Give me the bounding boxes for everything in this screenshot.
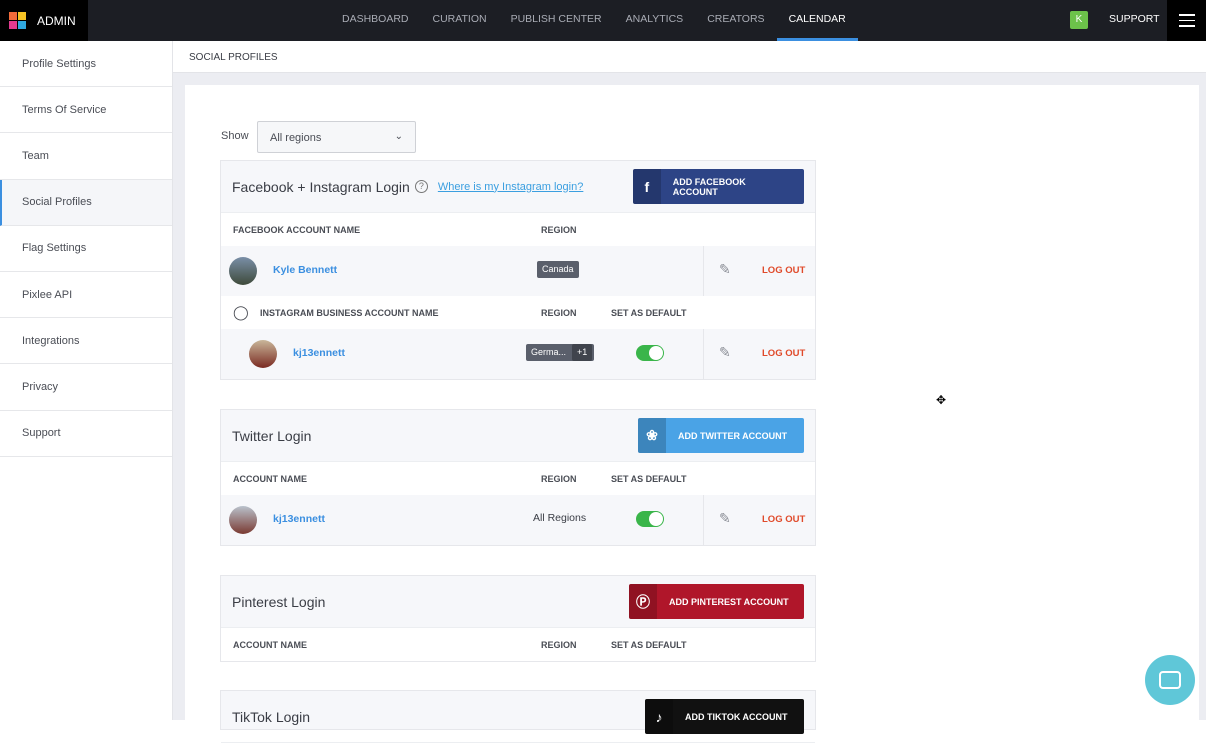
- nav-creators[interactable]: CREATORS: [695, 0, 776, 41]
- chat-icon: [1159, 671, 1181, 689]
- pinterest-table-header: ACCOUNT NAME REGION SET AS DEFAULT: [221, 628, 815, 661]
- add-pinterest-label: ADD PINTEREST ACCOUNT: [669, 596, 789, 607]
- instagram-icon: ◯: [233, 304, 249, 320]
- chat-launcher-button[interactable]: [1145, 655, 1195, 705]
- sidebar-item-support[interactable]: Support: [0, 411, 172, 457]
- tiktok-card-title: TikTok Login: [232, 708, 311, 725]
- instagram-help-link[interactable]: Where is my Instagram login?: [438, 181, 584, 193]
- add-twitter-account-button[interactable]: ❀ ADD TWITTER ACCOUNT: [638, 418, 804, 453]
- nav-publish-center[interactable]: PUBLISH CENTER: [499, 0, 614, 41]
- nav-curation[interactable]: CURATION: [421, 0, 499, 41]
- add-pinterest-account-button[interactable]: Ⓟ ADD PINTEREST ACCOUNT: [629, 584, 804, 619]
- table-row: kj13ennett All Regions ✎ LOG OUT: [221, 495, 815, 545]
- sidebar-item-terms-of-service[interactable]: Terms Of Service: [0, 87, 172, 134]
- admin-brand[interactable]: ADMIN: [0, 0, 88, 41]
- col-header: REGION: [541, 225, 577, 235]
- add-twitter-label: ADD TWITTER ACCOUNT: [678, 430, 788, 441]
- twitter-card: Twitter Login ❀ ADD TWITTER ACCOUNT ACCOU…: [220, 409, 816, 546]
- col-header: FACEBOOK ACCOUNT NAME: [233, 225, 361, 235]
- top-navigation-bar: ADMIN DASHBOARD CURATION PUBLISH CENTER …: [0, 0, 1206, 41]
- edit-icon[interactable]: ✎: [719, 261, 735, 277]
- table-row: Kyle Bennett Canada ✎ LOG OUT: [221, 246, 815, 296]
- avatar: [229, 506, 257, 534]
- region-badge: Canada: [537, 261, 579, 278]
- col-header: ACCOUNT NAME: [233, 474, 307, 484]
- pixlee-logo-icon: [9, 12, 26, 29]
- account-name-link[interactable]: kj13ennett: [293, 347, 345, 359]
- region-more-badge: +1: [572, 344, 593, 361]
- tiktok-card: TikTok Login ♪ ADD TIKTOK ACCOUNT: [220, 690, 816, 743]
- facebook-card-title: Facebook + Instagram Login: [232, 178, 410, 195]
- region-filter-value: All regions: [270, 132, 322, 144]
- table-row: kj13ennett Germa... +1 ✎ LOG OUT: [221, 329, 815, 379]
- chevron-down-icon: ⌄: [394, 131, 403, 142]
- region-text: All Regions: [533, 512, 587, 524]
- facebook-icon: f: [633, 169, 661, 204]
- edit-icon[interactable]: ✎: [719, 510, 735, 526]
- nav-dashboard[interactable]: DASHBOARD: [330, 0, 421, 41]
- col-header: REGION: [541, 308, 577, 318]
- set-default-toggle[interactable]: [636, 511, 664, 527]
- twitter-bird-icon: ❀: [638, 418, 666, 453]
- logout-button[interactable]: LOG OUT: [762, 348, 805, 359]
- col-header: REGION: [541, 474, 577, 484]
- region-filter-label: Show: [221, 130, 249, 142]
- twitter-card-title: Twitter Login: [232, 427, 312, 444]
- logout-button[interactable]: LOG OUT: [762, 514, 805, 525]
- sidebar-item-flag-settings[interactable]: Flag Settings: [0, 226, 172, 272]
- sidebar-item-social-profiles[interactable]: Social Profiles: [0, 179, 172, 226]
- add-facebook-account-button[interactable]: f ADD FACEBOOK ACCOUNT: [633, 169, 804, 204]
- pinterest-card-title: Pinterest Login: [232, 593, 326, 610]
- col-header: SET AS DEFAULT: [611, 640, 687, 650]
- pinterest-icon: Ⓟ: [629, 584, 657, 619]
- hamburger-menu-icon[interactable]: [1167, 0, 1206, 41]
- col-header: ACCOUNT NAME: [233, 640, 307, 650]
- pinterest-card: Pinterest Login Ⓟ ADD PINTEREST ACCOUNT A…: [220, 575, 816, 662]
- sidebar-item-pixlee-api[interactable]: Pixlee API: [0, 272, 172, 319]
- breadcrumb: SOCIAL PROFILES: [173, 41, 1206, 73]
- logout-button[interactable]: LOG OUT: [762, 265, 805, 276]
- sidebar-item-profile-settings[interactable]: Profile Settings: [0, 41, 172, 88]
- col-header: SET AS DEFAULT: [611, 474, 687, 484]
- move-cursor-icon: ✥: [936, 393, 947, 407]
- instagram-table-header: ◯ INSTAGRAM BUSINESS ACCOUNT NAME REGION…: [221, 296, 815, 329]
- twitter-table-header: ACCOUNT NAME REGION SET AS DEFAULT: [221, 462, 815, 495]
- avatar: [229, 257, 257, 285]
- region-filter-select[interactable]: All regions ⌄: [257, 121, 416, 153]
- support-link[interactable]: SUPPORT: [1109, 13, 1160, 25]
- add-tiktok-account-button[interactable]: ♪ ADD TIKTOK ACCOUNT: [645, 699, 804, 734]
- sidebar-item-integrations[interactable]: Integrations: [0, 318, 172, 365]
- tiktok-icon: ♪: [645, 699, 673, 734]
- col-header: SET AS DEFAULT: [611, 308, 687, 318]
- brand-label: ADMIN: [37, 13, 76, 28]
- col-header: INSTAGRAM BUSINESS ACCOUNT NAME: [260, 308, 439, 318]
- user-avatar[interactable]: K: [1070, 11, 1088, 29]
- add-facebook-label: ADD FACEBOOK ACCOUNT: [672, 176, 746, 197]
- add-tiktok-label: ADD TIKTOK ACCOUNT: [685, 711, 788, 722]
- sidebar-item-privacy[interactable]: Privacy: [0, 364, 172, 411]
- facebook-table-header: FACEBOOK ACCOUNT NAME REGION: [221, 213, 815, 246]
- sidebar-item-team[interactable]: Team: [0, 133, 172, 180]
- help-icon[interactable]: ?: [414, 180, 428, 193]
- nav-calendar[interactable]: CALENDAR: [776, 0, 858, 41]
- settings-sidebar: Profile Settings Terms Of Service Team S…: [0, 41, 173, 720]
- facebook-instagram-card: Facebook + Instagram Login ? Where is my…: [220, 160, 816, 380]
- account-name-link[interactable]: kj13ennett: [273, 513, 325, 525]
- avatar: [249, 340, 277, 368]
- nav-analytics[interactable]: ANALYTICS: [614, 0, 696, 41]
- edit-icon[interactable]: ✎: [719, 344, 735, 360]
- account-name-link[interactable]: Kyle Bennett: [273, 264, 337, 276]
- col-header: REGION: [541, 640, 577, 650]
- set-default-toggle[interactable]: [636, 345, 664, 361]
